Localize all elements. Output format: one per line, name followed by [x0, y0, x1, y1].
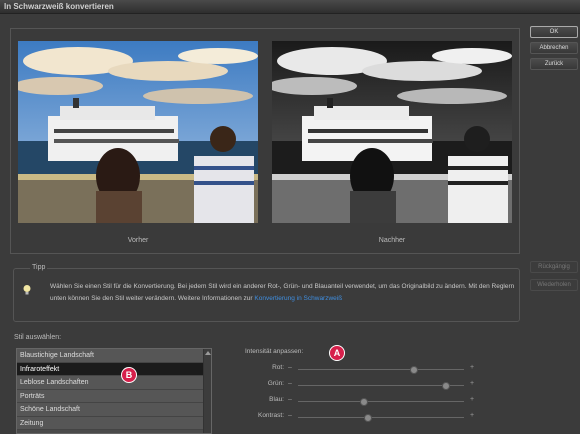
ok-button[interactable]: OK [530, 26, 578, 38]
style-item-selected[interactable]: Infraroteffekt [17, 362, 211, 376]
after-image [272, 41, 512, 223]
title-bar: In Schwarzweiß konvertieren [0, 0, 580, 14]
slider-knob[interactable] [410, 366, 419, 374]
slider-contrast[interactable]: Kontrast: – + [230, 412, 480, 422]
tip-label: Tipp [30, 264, 48, 271]
reset-button[interactable]: Zurück [530, 58, 578, 70]
tip-text: Wählen Sie einen Stil für die Konvertier… [50, 281, 516, 305]
style-item[interactable]: Leblose Landschaften [17, 376, 211, 390]
undo-button[interactable]: Rückgängig [530, 261, 578, 273]
minus-icon: – [288, 380, 292, 387]
lightbulb-icon [22, 284, 32, 295]
preview-area: Vorher Nachher [10, 28, 520, 254]
slider-track[interactable] [298, 417, 464, 418]
plus-icon: + [470, 396, 475, 403]
marker-a: A [329, 345, 345, 361]
slider-label: Blau: [269, 396, 284, 403]
redo-button[interactable]: Wiederholen [530, 279, 578, 291]
tip-box: Tipp Wählen Sie einen Stil für die Konve… [13, 264, 520, 322]
before-image [18, 41, 258, 223]
style-list[interactable]: Blaustichige Landschaft Infraroteffekt L… [16, 348, 212, 434]
window-title: In Schwarzweiß konvertieren [4, 2, 114, 11]
slider-knob[interactable] [363, 414, 372, 422]
style-item[interactable]: Blaustichige Landschaft [17, 349, 211, 363]
slider-track[interactable] [298, 385, 464, 386]
minus-icon: – [288, 396, 292, 403]
style-item[interactable]: Schöne Landschaft [17, 403, 211, 417]
intensity-label: Intensität anpassen: [245, 348, 304, 355]
minus-icon: – [288, 412, 292, 419]
scroll-up-icon[interactable] [205, 351, 211, 355]
plus-icon: + [470, 364, 475, 371]
marker-b: B [121, 367, 137, 383]
button-panel [523, 20, 580, 434]
after-caption: Nachher [378, 237, 406, 244]
slider-knob[interactable] [360, 398, 369, 406]
plus-icon: + [470, 412, 475, 419]
slider-blue[interactable]: Blau: – + [230, 396, 480, 406]
slider-track[interactable] [298, 369, 464, 370]
slider-red[interactable]: Rot: – + [230, 364, 480, 374]
style-item[interactable]: Zeitung [17, 416, 211, 430]
slider-green[interactable]: Grün: – + [230, 380, 480, 390]
cancel-button[interactable]: Abbrechen [530, 42, 578, 54]
plus-icon: + [470, 380, 475, 387]
tip-link[interactable]: Konvertierung in Schwarzweiß [254, 295, 342, 302]
minus-icon: – [288, 364, 292, 371]
before-caption: Vorher [127, 237, 149, 244]
slider-label: Rot: [272, 364, 284, 371]
slider-knob[interactable] [441, 382, 450, 390]
style-list-scrollbar[interactable] [203, 349, 211, 433]
slider-label: Grün: [267, 380, 284, 387]
slider-label: Kontrast: [257, 412, 284, 419]
style-item[interactable]: Porträts [17, 389, 211, 403]
slider-track[interactable] [298, 401, 464, 402]
style-label: Stil auswählen: [14, 334, 62, 341]
